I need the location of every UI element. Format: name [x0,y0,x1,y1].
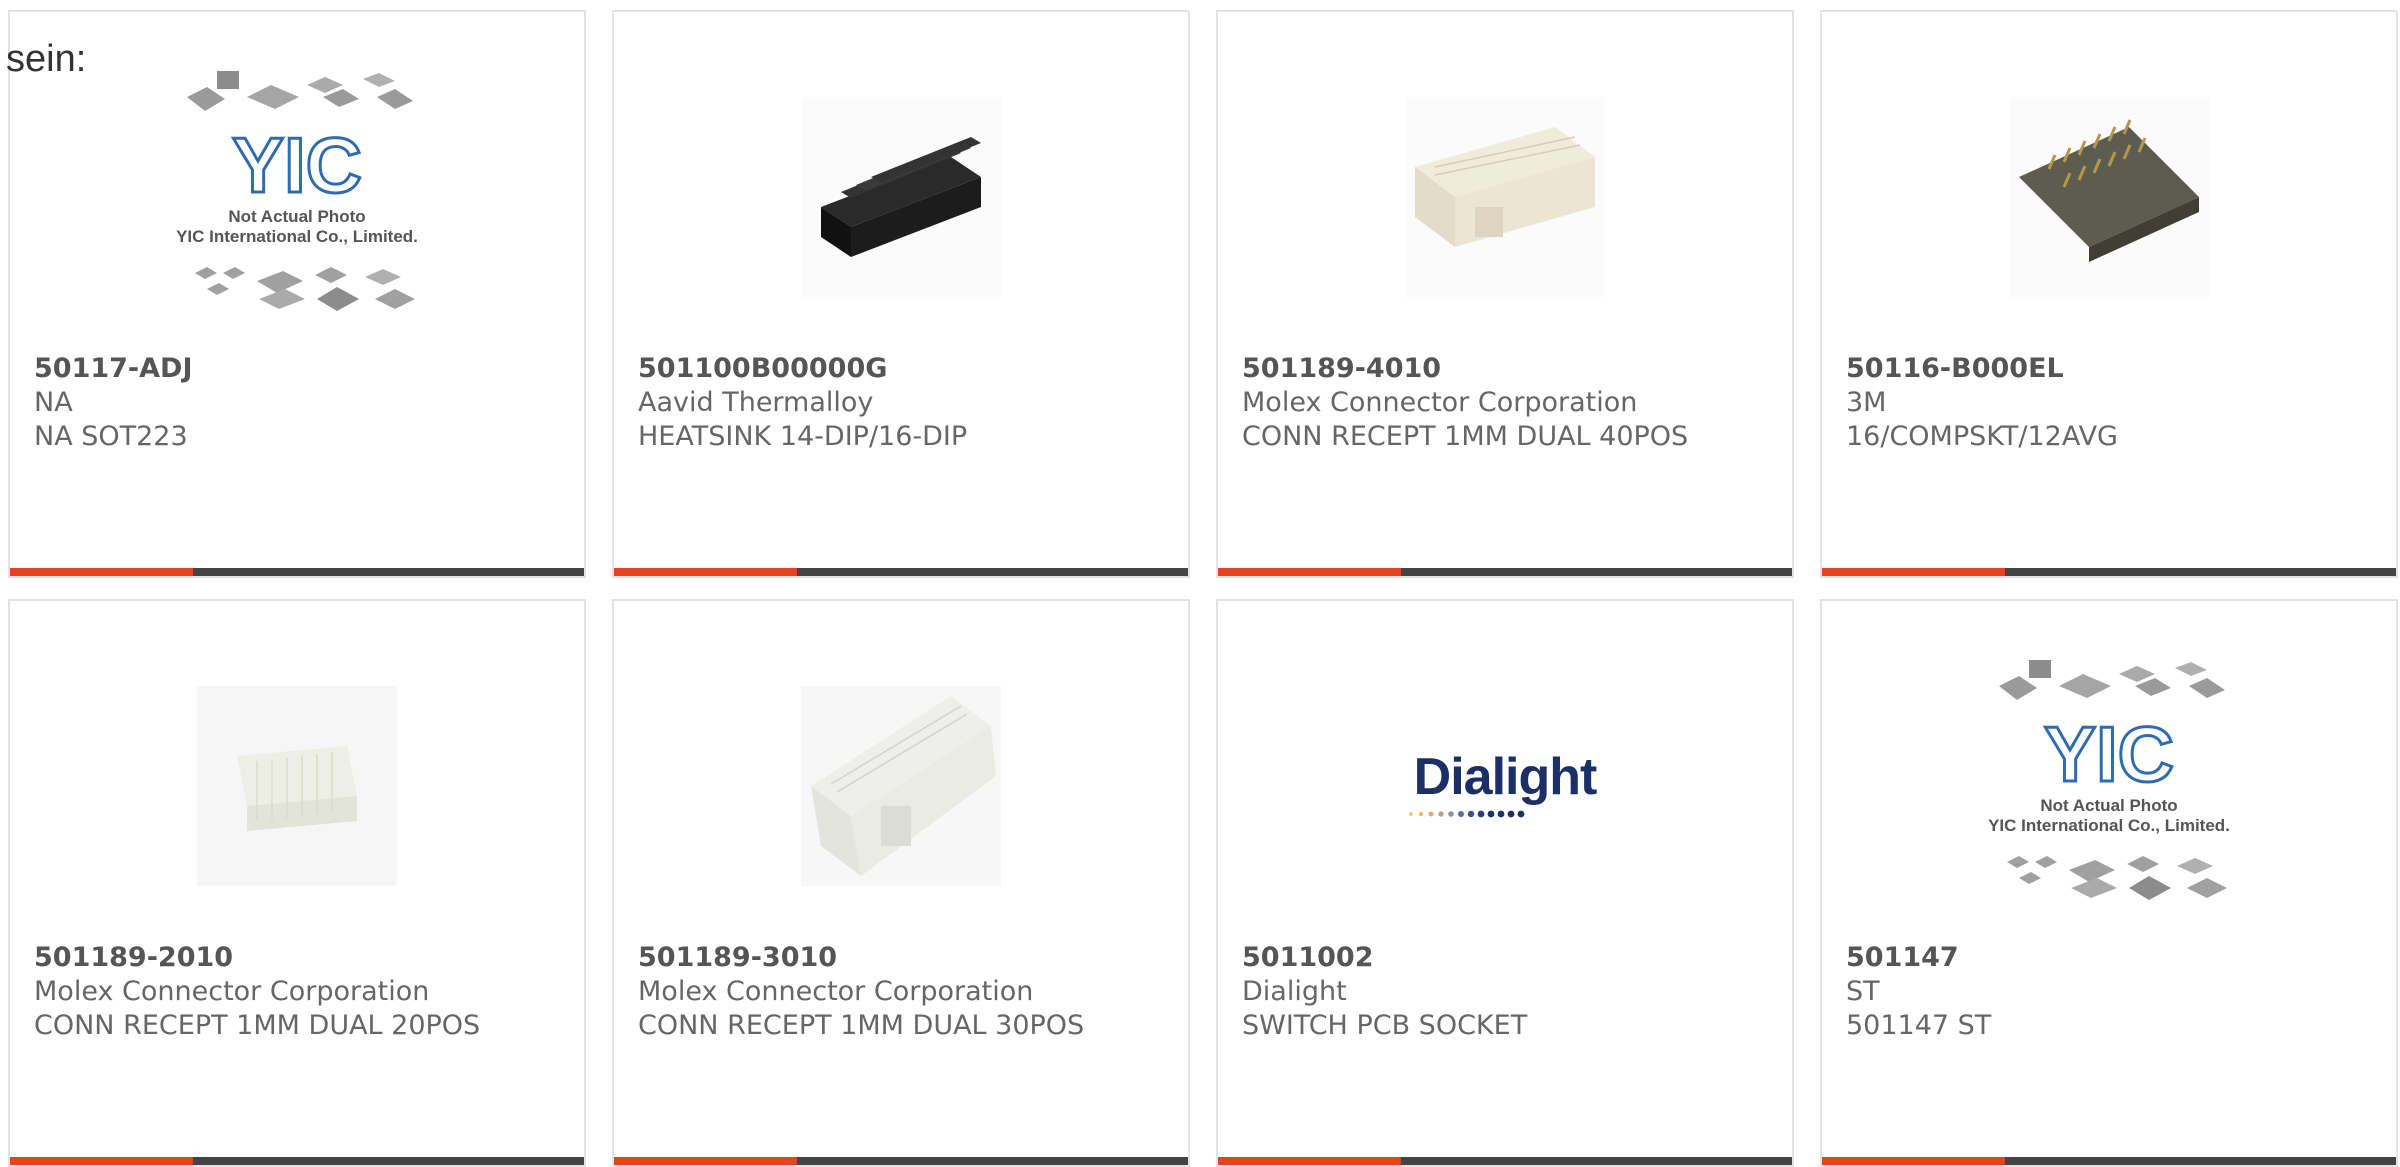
card-accent-bar [1218,568,1792,576]
product-info: 501147 ST 501147 ST [1846,941,2384,1043]
product-info: 50117-ADJ NA NA SOT223 [34,352,572,454]
intro-text: sein: [6,38,87,80]
manufacturer: NA [34,387,73,418]
part-number[interactable]: 50116-B000EL [1846,352,2384,386]
part-number[interactable]: 501147 [1846,941,2384,975]
manufacturer: Molex Connector Corporation [34,976,430,1007]
card-accent-bar [1822,1157,2396,1165]
product-image[interactable] [1218,72,1792,322]
part-number[interactable]: 501189-3010 [638,941,1176,975]
manufacturer: Dialight [1242,976,1347,1007]
product-card[interactable]: 501189-2010 Molex Connector Corporation … [8,599,586,1167]
product-card[interactable]: YIC Not Actual Photo YIC International C… [8,10,586,578]
description: HEATSINK 14-DIP/16-DIP [638,421,968,452]
product-grid: YIC Not Actual Photo YIC International C… [8,10,2398,1167]
product-image[interactable] [1822,72,2396,322]
chip-placeholder-icon: YIC Not Actual Photo YIC International C… [176,71,418,311]
product-image[interactable]: Dialight [1218,661,1792,911]
product-info: 50116-B000EL 3M 16/COMPSKT/12AVG [1846,352,2384,454]
placeholder-caption-1: Not Actual Photo [228,207,365,226]
heatsink-icon [801,97,1001,297]
product-image[interactable] [614,661,1188,911]
product-card[interactable]: 501100B00000G Aavid Thermalloy HEATSINK … [612,10,1190,578]
part-number[interactable]: 50117-ADJ [34,352,572,386]
yic-logo-text: YIC [2044,710,2174,798]
card-accent-bar [614,1157,1188,1165]
yic-logo-text: YIC [232,121,362,209]
product-info: 501189-3010 Molex Connector Corporation … [638,941,1176,1043]
part-number[interactable]: 501189-2010 [34,941,572,975]
socket-icon [2009,97,2209,297]
product-card[interactable]: YIC Not Actual Photo YIC International C… [1820,599,2398,1167]
card-accent-bar [10,1157,584,1165]
product-image[interactable]: YIC Not Actual Photo YIC International C… [10,71,584,322]
card-accent-bar [1822,568,2396,576]
product-info: 501189-2010 Molex Connector Corporation … [34,941,572,1043]
placeholder-caption-2: YIC International Co., Limited. [1988,816,2230,835]
dialight-logo: Dialight [1405,747,1605,826]
product-card[interactable]: 50116-B000EL 3M 16/COMPSKT/12AVG [1820,10,2398,578]
manufacturer: Molex Connector Corporation [638,976,1034,1007]
manufacturer: 3M [1846,387,1887,418]
product-card[interactable]: 501189-4010 Molex Connector Corporation … [1216,10,1794,578]
product-image[interactable] [10,661,584,911]
description: 501147 ST [1846,1010,1992,1041]
product-grid-page: sein: YIC Not Actual Photo YIC Internati… [0,0,2400,1167]
product-info: 501189-4010 Molex Connector Corporation … [1242,352,1780,454]
dialight-logo-text: Dialight [1413,747,1598,806]
description: CONN RECEPT 1MM DUAL 20POS [34,1010,481,1041]
logo-dots-icon [1409,810,1525,817]
description: CONN RECEPT 1MM DUAL 30POS [638,1010,1085,1041]
part-number[interactable]: 501100B00000G [638,352,1176,386]
product-info: 5011002 Dialight SWITCH PCB SOCKET [1242,941,1780,1043]
part-number[interactable]: 501189-4010 [1242,352,1780,386]
placeholder-caption-2: YIC International Co., Limited. [176,227,418,246]
connector-icon [197,686,397,886]
card-accent-bar [614,568,1188,576]
card-accent-bar [1218,1157,1792,1165]
product-info: 501100B00000G Aavid Thermalloy HEATSINK … [638,352,1176,454]
placeholder-caption-1: Not Actual Photo [2040,796,2177,815]
part-number[interactable]: 5011002 [1242,941,1780,975]
description: SWITCH PCB SOCKET [1242,1010,1528,1041]
description: 16/COMPSKT/12AVG [1846,421,2118,452]
product-image[interactable]: YIC Not Actual Photo YIC International C… [1822,660,2396,911]
connector-icon [1405,97,1605,297]
description: CONN RECEPT 1MM DUAL 40POS [1242,421,1689,452]
product-card[interactable]: 501189-3010 Molex Connector Corporation … [612,599,1190,1167]
product-image[interactable] [614,72,1188,322]
manufacturer: Aavid Thermalloy [638,387,874,418]
manufacturer: ST [1846,976,1880,1007]
description: NA SOT223 [34,421,188,452]
chip-placeholder-icon: YIC Not Actual Photo YIC International C… [1988,660,2230,900]
card-accent-bar [10,568,584,576]
manufacturer: Molex Connector Corporation [1242,387,1638,418]
product-card[interactable]: Dialight 5011002 Dialight SWITCH PCB SOC… [1216,599,1794,1167]
connector-icon [801,686,1001,886]
